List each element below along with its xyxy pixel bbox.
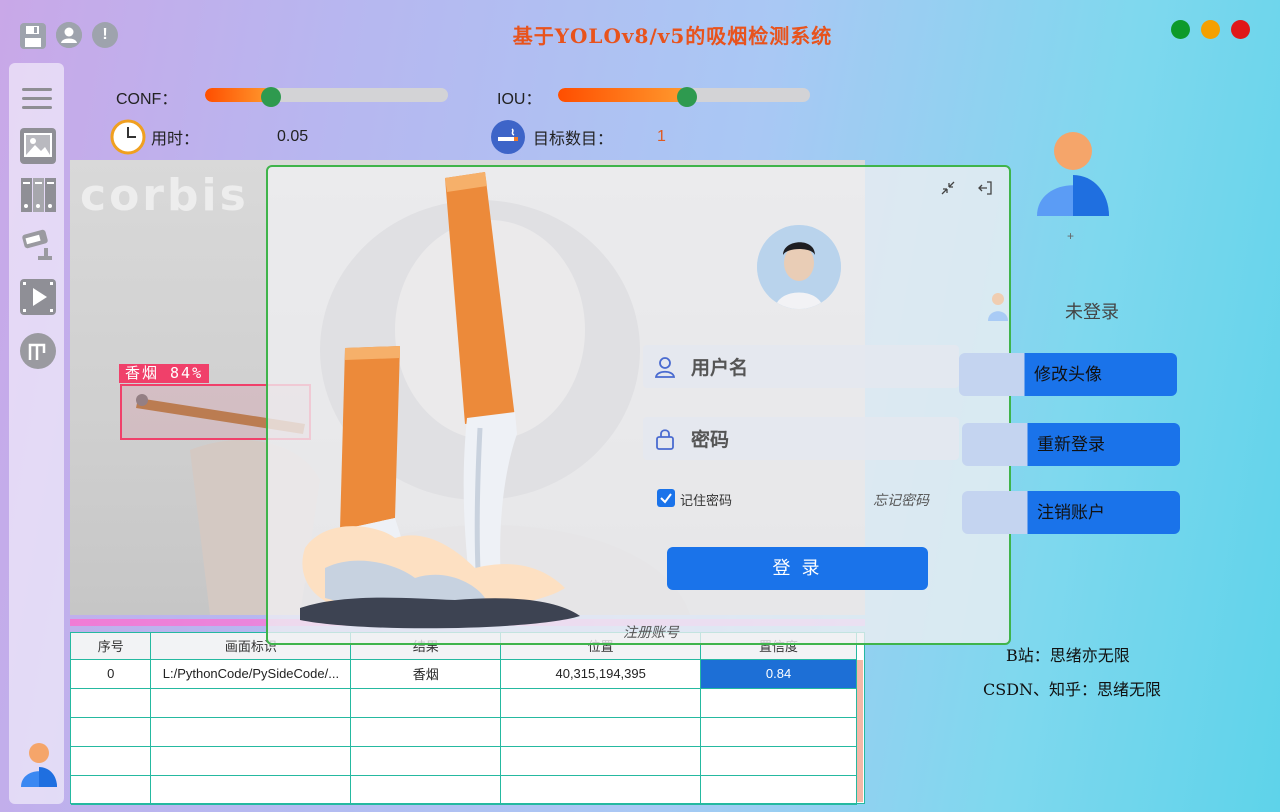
target-count-icon: [490, 119, 526, 160]
close-button[interactable]: [1231, 20, 1250, 39]
cell-result[interactable]: 香烟: [350, 659, 502, 689]
user-outline-icon: [654, 356, 676, 378]
count-value: 1: [657, 128, 666, 145]
password-placeholder: 密码: [691, 430, 730, 451]
table-row[interactable]: 0 L:/PythonCode/PySideCode/... 香烟 40,315…: [71, 659, 857, 689]
column-header-index[interactable]: 序号: [71, 633, 152, 660]
time-label: 用时：: [151, 131, 200, 148]
login-status: 未登录: [1065, 302, 1119, 323]
table-row[interactable]: [71, 717, 857, 747]
change-avatar-button[interactable]: 修改头像: [959, 353, 1177, 396]
cigarette-illustration: [285, 168, 595, 643]
credit-csdn: CSDN、知乎：思绪无限: [983, 680, 1162, 699]
cell-confidence[interactable]: 0.84: [700, 659, 857, 689]
sidebar: [9, 63, 64, 804]
forgot-password-link[interactable]: 忘记密码: [873, 490, 929, 510]
clock-icon: [110, 119, 146, 160]
table-scrollbar[interactable]: [857, 660, 863, 802]
check-icon: [660, 493, 672, 504]
relogin-button[interactable]: 重新登录: [962, 423, 1180, 466]
minimize-dialog-icon[interactable]: [939, 179, 957, 202]
menu-icon[interactable]: [22, 86, 54, 117]
username-placeholder: 用户名: [691, 358, 749, 379]
conf-label: CONF：: [116, 91, 178, 108]
credit-bilibili: B站：思绪亦无限: [1006, 646, 1130, 665]
user-photo-avatar[interactable]: [757, 225, 841, 309]
avatar-plus[interactable]: +: [1067, 229, 1074, 243]
camera-icon[interactable]: [20, 226, 56, 262]
table-row[interactable]: [71, 746, 857, 776]
change-avatar-label: 修改头像: [1034, 365, 1102, 384]
relogin-label: 重新登录: [1037, 435, 1105, 454]
small-avatar-icon: [987, 292, 1009, 327]
time-value: 0.05: [277, 128, 309, 145]
logout-button[interactable]: 注销账户: [962, 491, 1180, 534]
username-field[interactable]: 用户名: [643, 345, 959, 388]
lock-icon: [656, 428, 674, 450]
iou-label: IOU：: [497, 91, 542, 108]
iou-slider-handle[interactable]: [676, 87, 697, 107]
conf-slider[interactable]: [205, 88, 448, 102]
count-label: 目标数目：: [533, 131, 614, 148]
minimize-button[interactable]: [1201, 20, 1220, 39]
profile-avatar-icon[interactable]: [1036, 131, 1110, 222]
image-icon[interactable]: [20, 128, 56, 164]
conf-slider-handle[interactable]: [260, 87, 281, 107]
logout-label: 注销账户: [1037, 503, 1105, 522]
cell-index[interactable]: 0: [71, 659, 152, 689]
app-title: 基于YOLOv8/v5的吸烟检测系统: [512, 24, 833, 48]
video-icon[interactable]: [20, 279, 56, 315]
table-row[interactable]: [71, 775, 857, 805]
register-link[interactable]: 注册账号: [623, 622, 679, 642]
maximize-button[interactable]: [1171, 20, 1190, 39]
password-field[interactable]: 密码: [643, 417, 959, 460]
remember-label[interactable]: 记住密码: [680, 490, 732, 509]
exit-dialog-icon[interactable]: [976, 179, 994, 202]
model-icon[interactable]: [20, 333, 56, 369]
detection-label: 香烟 84%: [119, 364, 210, 383]
login-button[interactable]: 登 录: [667, 547, 928, 590]
results-table[interactable]: 序号 画面标识 结果 位置 置信度 0 L:/PythonCode/PySide…: [70, 632, 865, 805]
cell-position[interactable]: 40,315,194,395: [500, 659, 702, 689]
watermark-text: corbis: [80, 170, 249, 221]
avatar-icon[interactable]: [20, 742, 58, 793]
iou-slider-fill: [558, 88, 687, 102]
remember-checkbox[interactable]: [657, 489, 675, 507]
folder-icon[interactable]: [20, 176, 56, 212]
table-row[interactable]: [71, 688, 857, 718]
cell-source[interactable]: L:/PythonCode/PySideCode/...: [150, 659, 352, 689]
